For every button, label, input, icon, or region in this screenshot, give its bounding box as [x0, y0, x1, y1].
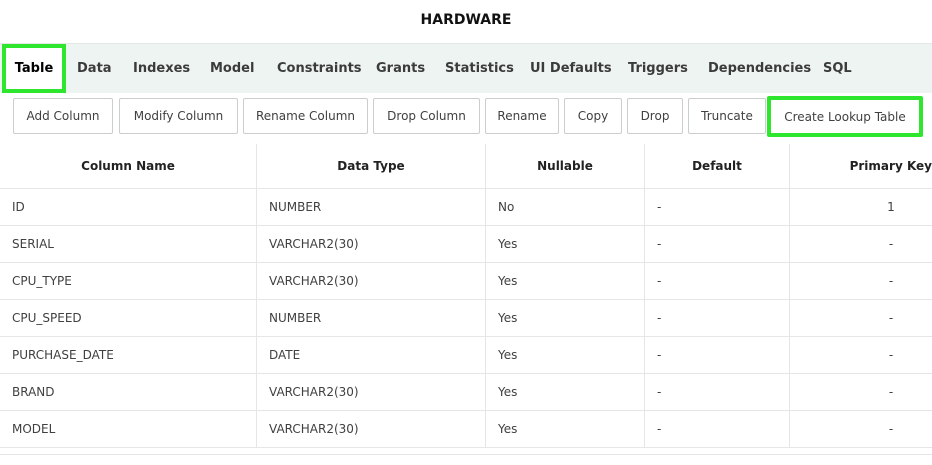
cell-data-type: VARCHAR2(30): [257, 411, 486, 447]
cell-primary-key: -: [790, 263, 932, 299]
cell-primary-key-value: -: [888, 422, 894, 436]
rename-column-button[interactable]: Rename Column: [243, 98, 368, 134]
cell-data-type: NUMBER: [257, 300, 486, 336]
cell-default: -: [645, 189, 790, 225]
cell-column-name: ID: [0, 189, 257, 225]
object-tabs: Table Data Indexes Model Constraints Gra…: [0, 43, 932, 93]
cell-column-name: MODEL: [0, 411, 257, 447]
add-column-button[interactable]: Add Column: [13, 98, 113, 134]
table-row: CPU_SPEED NUMBER Yes - -: [0, 300, 932, 337]
cell-nullable: No: [486, 189, 645, 225]
cell-nullable: Yes: [486, 411, 645, 447]
modify-column-button[interactable]: Modify Column: [119, 98, 238, 134]
cell-nullable: Yes: [486, 263, 645, 299]
header-data-type[interactable]: Data Type: [257, 144, 486, 188]
table-bottom-edge: [0, 454, 932, 465]
cell-column-name: BRAND: [0, 374, 257, 410]
cell-nullable: Yes: [486, 226, 645, 262]
cell-default: -: [645, 300, 790, 336]
cell-primary-key: -: [790, 374, 932, 410]
table-row: PURCHASE_DATE DATE Yes - -: [0, 337, 932, 374]
tab-constraints[interactable]: Constraints: [277, 44, 362, 93]
cell-nullable: Yes: [486, 374, 645, 410]
tab-statistics[interactable]: Statistics: [445, 44, 514, 93]
cell-column-name: PURCHASE_DATE: [0, 337, 257, 373]
cell-default: -: [645, 411, 790, 447]
cell-primary-key-value: -: [888, 237, 894, 251]
cell-primary-key-value: 1: [887, 200, 895, 214]
table-row: BRAND VARCHAR2(30) Yes - -: [0, 374, 932, 411]
cell-primary-key: 1: [790, 189, 932, 225]
header-column-name[interactable]: Column Name: [0, 144, 257, 188]
cell-primary-key: -: [790, 226, 932, 262]
cell-primary-key-value: -: [888, 274, 894, 288]
tab-data[interactable]: Data: [77, 44, 112, 93]
cell-column-name: CPU_TYPE: [0, 263, 257, 299]
table-row: ID NUMBER No - 1: [0, 189, 932, 226]
cell-column-name: CPU_SPEED: [0, 300, 257, 336]
tab-table[interactable]: Table: [2, 44, 66, 93]
columns-table: Column Name Data Type Nullable Default P…: [0, 144, 932, 448]
tab-indexes[interactable]: Indexes: [133, 44, 190, 93]
cell-primary-key-value: -: [888, 385, 894, 399]
cell-primary-key-value: -: [888, 348, 894, 362]
cell-primary-key: -: [790, 411, 932, 447]
cell-primary-key: -: [790, 300, 932, 336]
table-row: SERIAL VARCHAR2(30) Yes - -: [0, 226, 932, 263]
tab-sql[interactable]: SQL: [823, 44, 852, 93]
cell-primary-key: -: [790, 337, 932, 373]
header-primary-key[interactable]: Primary Key: [790, 144, 932, 188]
cell-data-type: NUMBER: [257, 189, 486, 225]
cell-default: -: [645, 337, 790, 373]
header-nullable[interactable]: Nullable: [486, 144, 645, 188]
drop-button[interactable]: Drop: [627, 98, 683, 134]
tab-triggers[interactable]: Triggers: [628, 44, 688, 93]
create-lookup-table-button[interactable]: Create Lookup Table: [767, 96, 923, 137]
truncate-button[interactable]: Truncate: [688, 98, 766, 134]
cell-default: -: [645, 226, 790, 262]
cell-column-name: SERIAL: [0, 226, 257, 262]
cell-default: -: [645, 374, 790, 410]
tab-ui-defaults[interactable]: UI Defaults: [530, 44, 612, 93]
cell-nullable: Yes: [486, 337, 645, 373]
cell-data-type: VARCHAR2(30): [257, 374, 486, 410]
cell-primary-key-value: -: [888, 311, 894, 325]
page-title: HARDWARE: [420, 12, 512, 28]
table-row: CPU_TYPE VARCHAR2(30) Yes - -: [0, 263, 932, 300]
tab-dependencies[interactable]: Dependencies: [708, 44, 811, 93]
table-header-row: Column Name Data Type Nullable Default P…: [0, 144, 932, 189]
copy-button[interactable]: Copy: [564, 98, 622, 134]
cell-data-type: VARCHAR2(30): [257, 263, 486, 299]
tab-model[interactable]: Model: [210, 44, 254, 93]
header-default[interactable]: Default: [645, 144, 790, 188]
tab-grants[interactable]: Grants: [376, 44, 425, 93]
cell-nullable: Yes: [486, 300, 645, 336]
table-row: MODEL VARCHAR2(30) Yes - -: [0, 411, 932, 448]
cell-data-type: VARCHAR2(30): [257, 226, 486, 262]
cell-default: -: [645, 263, 790, 299]
rename-button[interactable]: Rename: [485, 98, 559, 134]
drop-column-button[interactable]: Drop Column: [373, 98, 480, 134]
cell-data-type: DATE: [257, 337, 486, 373]
